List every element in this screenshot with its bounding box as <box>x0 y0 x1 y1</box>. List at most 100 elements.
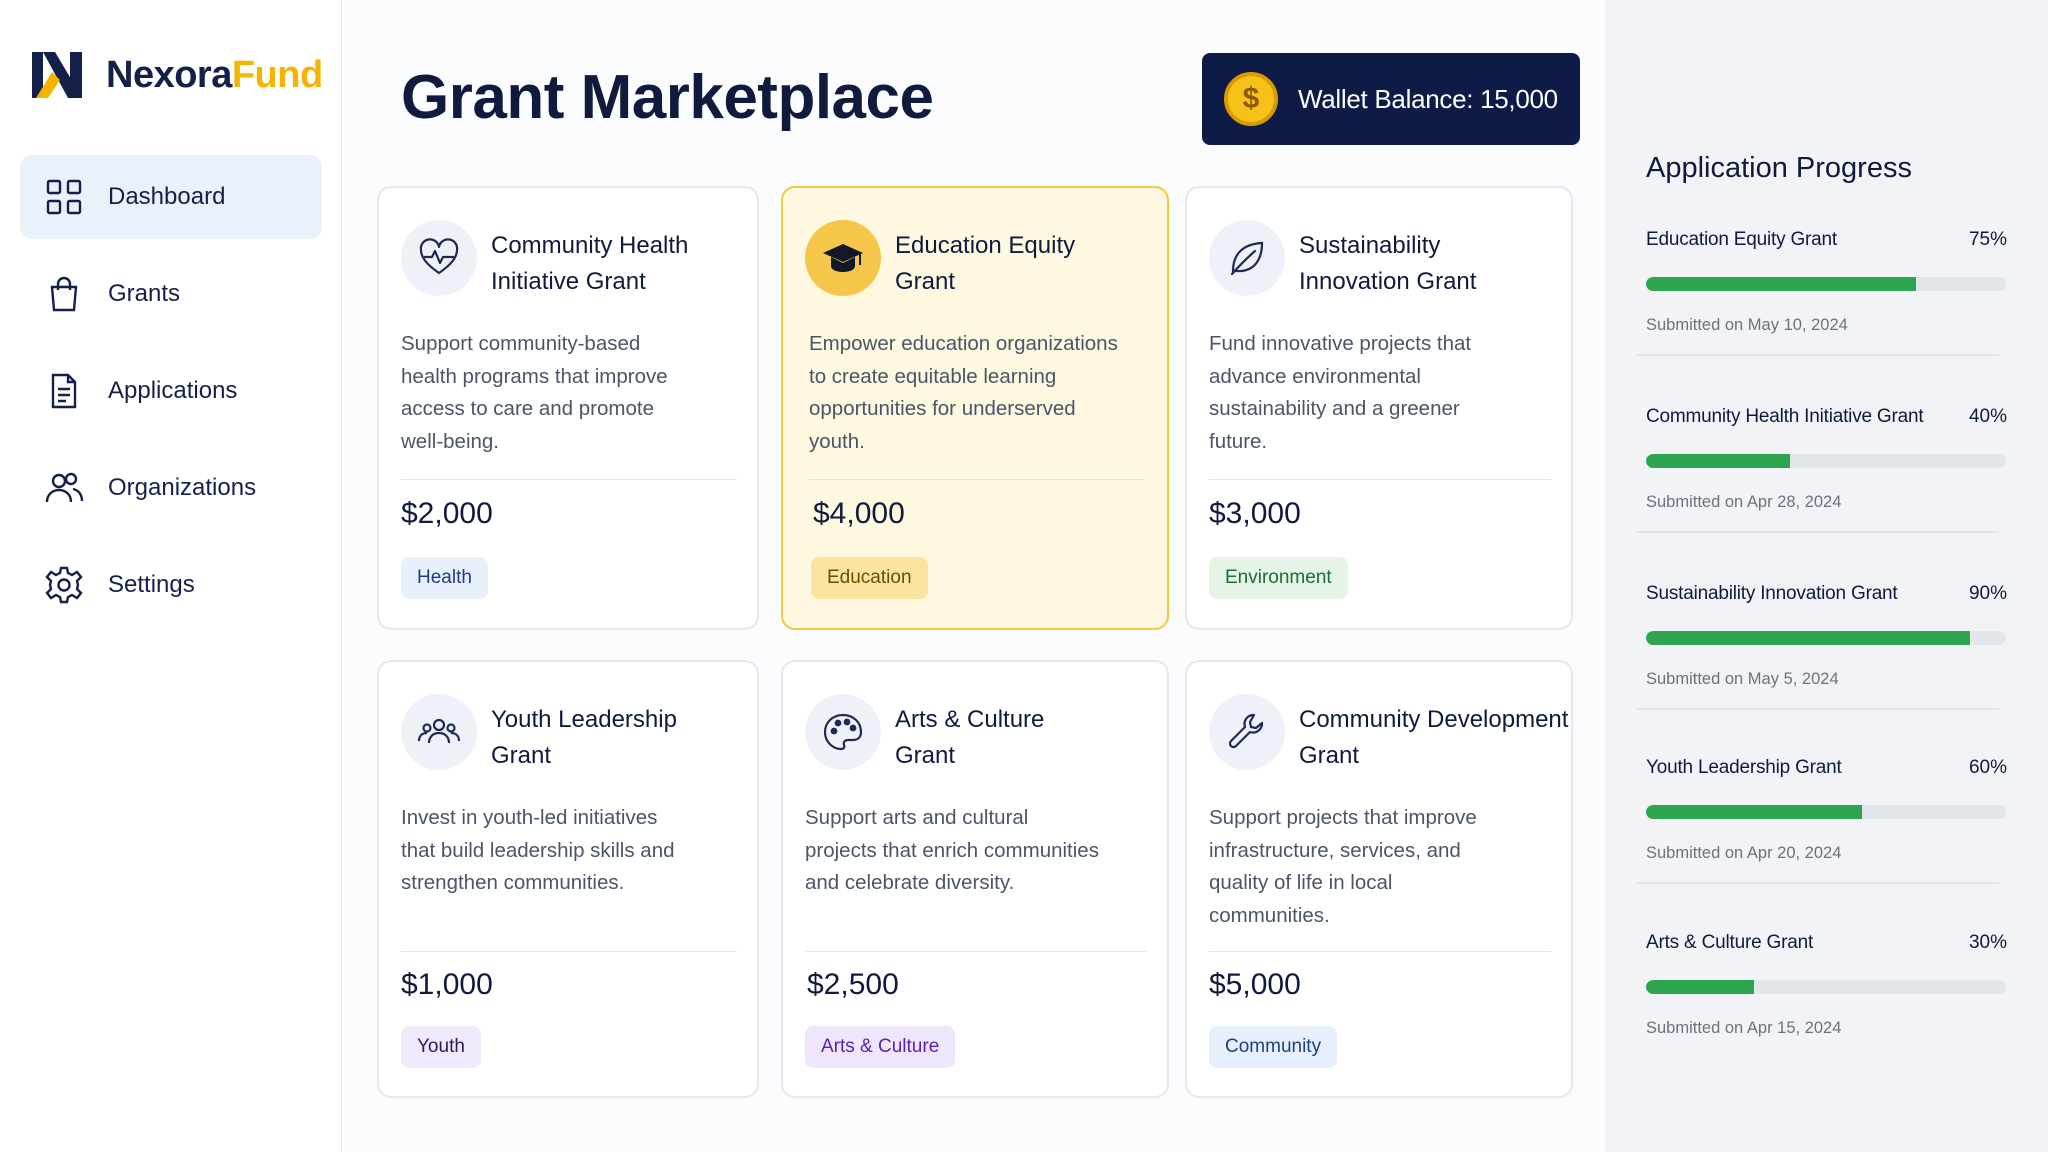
grant-amount: $1,000 <box>401 968 493 1001</box>
divider <box>1637 354 1999 356</box>
grant-description: Invest in youth-led initiatives that buil… <box>401 802 675 900</box>
grant-description-line: Support projects that improve <box>1209 806 1477 829</box>
grid-icon <box>46 179 82 215</box>
grant-title-line2: Grant <box>895 268 956 295</box>
sidebar: NexoraFund Dashboard Grants Applications <box>0 0 342 1152</box>
divider <box>1637 882 1999 884</box>
progress-item-date: Submitted on Apr 28, 2024 <box>1646 493 1842 511</box>
grant-title-line1: Education Equity <box>895 232 1076 259</box>
panel-title: Application Progress <box>1646 152 1912 184</box>
grant-description-line: and celebrate diversity. <box>805 871 1015 894</box>
grant-description: Support community-based health programs t… <box>401 328 668 458</box>
grant-title: Community Development Grant <box>1299 702 1568 774</box>
sidebar-item-label: Grants <box>108 280 181 307</box>
sidebar-nav: Dashboard Grants Applications Organizati… <box>20 155 322 640</box>
logo-mark-icon <box>32 52 82 98</box>
progress-item-name: Community Health Initiative Grant <box>1646 406 1924 427</box>
shopping-bag-icon <box>50 276 78 312</box>
progress-item-percent: 90% <box>1968 583 2007 604</box>
grant-description-line: sustainability and a greener <box>1209 397 1460 420</box>
graduation-cap-icon <box>805 220 881 296</box>
grant-description-line: Support community-based <box>401 332 641 355</box>
grant-card-education-equity[interactable]: Education Equity Grant Empower education … <box>781 186 1169 630</box>
card-divider <box>805 951 1147 952</box>
grant-description-line: advance environmental <box>1209 364 1421 388</box>
grant-amount: $2,500 <box>807 968 899 1001</box>
grant-amount: $5,000 <box>1209 968 1301 1001</box>
progress-bar <box>1646 980 2006 994</box>
grant-description-line: infrastructure, services, and <box>1209 838 1461 862</box>
wallet-balance-label: Wallet Balance: 15,000 <box>1298 83 1558 114</box>
sidebar-item-applications[interactable]: Applications <box>20 349 322 433</box>
progress-item-date: Submitted on Apr 15, 2024 <box>1646 1019 1842 1037</box>
grant-category-tag[interactable]: Environment <box>1209 557 1348 599</box>
grant-title-line2: Grant <box>895 742 956 769</box>
grant-category-tag[interactable]: Arts & Culture <box>805 1026 956 1068</box>
progress-item-percent: 60% <box>1968 757 2007 778</box>
progress-bar <box>1646 631 2006 645</box>
sidebar-item-label: Applications <box>108 377 238 404</box>
progress-item-name: Sustainability Innovation Grant <box>1646 583 1898 604</box>
grant-card-arts-culture[interactable]: Arts & Culture Grant Support arts and cul… <box>781 660 1169 1098</box>
grant-description-line: Fund innovative projects that <box>1209 332 1472 355</box>
grant-title-line2: Grant <box>491 742 552 769</box>
card-divider <box>1209 479 1551 480</box>
palette-icon <box>805 694 881 770</box>
application-progress-panel: Application Progress Education Equity Gr… <box>1605 0 2048 1152</box>
gear-icon <box>45 566 83 604</box>
sidebar-item-dashboard[interactable]: Dashboard <box>20 155 322 239</box>
grant-title-line2: Innovation Grant <box>1299 268 1477 295</box>
grant-title: Arts & Culture Grant <box>895 702 1044 774</box>
grant-title-line1: Community Development <box>1299 706 1569 733</box>
progress-item-date: Submitted on May 5, 2024 <box>1646 670 1839 688</box>
progress-item-percent: 75% <box>1968 229 2007 250</box>
grant-title-line2: Initiative Grant <box>491 268 646 295</box>
grant-card-sustainability[interactable]: Sustainability Innovation Grant Fund inno… <box>1185 186 1573 630</box>
grant-description-line: projects that enrich communities <box>805 838 1099 862</box>
heart-pulse-icon <box>401 220 477 296</box>
wrench-icon <box>1209 694 1285 770</box>
grant-card-community-development[interactable]: Community Development Grant Support proje… <box>1185 660 1573 1098</box>
grant-category-tag[interactable]: Education <box>811 557 928 599</box>
grant-description-line: Empower education organizations <box>809 332 1118 355</box>
grant-description-line: opportunities for underserved <box>809 397 1076 420</box>
grant-amount: $2,000 <box>401 497 493 530</box>
progress-bar-fill <box>1646 277 1916 291</box>
grant-title-line1: Sustainability <box>1299 232 1441 259</box>
grant-description: Empower education organizations to create… <box>809 328 1118 458</box>
document-icon <box>51 373 77 409</box>
grant-description-line: future. <box>1209 429 1268 453</box>
progress-item-name: Youth Leadership Grant <box>1646 757 1842 778</box>
page-title: Grant Marketplace <box>401 63 934 132</box>
grant-title-line1: Community Health <box>491 232 689 259</box>
grant-description-line: strengthen communities. <box>401 871 625 894</box>
progress-bar <box>1646 805 2006 819</box>
grant-category-tag[interactable]: Youth <box>401 1026 481 1068</box>
logo[interactable]: NexoraFund <box>30 50 323 100</box>
progress-bar <box>1646 454 2006 468</box>
grant-title-line1: Arts & Culture <box>895 706 1045 733</box>
progress-item-percent: 40% <box>1968 406 2007 427</box>
sidebar-item-settings[interactable]: Settings <box>20 543 322 627</box>
grant-title: Youth Leadership Grant <box>491 702 677 774</box>
sidebar-item-label: Dashboard <box>108 183 226 210</box>
grant-title-line2: Grant <box>1299 742 1360 769</box>
progress-item-date: Submitted on Apr 20, 2024 <box>1646 844 1842 862</box>
progress-bar-fill <box>1646 980 1754 994</box>
sidebar-item-grants[interactable]: Grants <box>20 252 322 336</box>
sidebar-item-label: Settings <box>108 571 195 598</box>
brand-name: NexoraFund <box>106 54 323 97</box>
leaf-icon <box>1209 220 1285 296</box>
wallet-balance[interactable]: $ Wallet Balance: 15,000 <box>1202 53 1580 145</box>
sidebar-item-organizations[interactable]: Organizations <box>20 446 322 530</box>
progress-item-name: Education Equity Grant <box>1646 229 1837 250</box>
grant-description-line: quality of life in local <box>1209 871 1393 894</box>
grant-category-tag[interactable]: Health <box>401 557 488 599</box>
grant-category-tag[interactable]: Community <box>1209 1026 1338 1068</box>
grant-card-youth-leadership[interactable]: Youth Leadership Grant Invest in youth-le… <box>377 660 759 1098</box>
group-icon <box>401 694 477 770</box>
grant-card-community-health[interactable]: Community Health Initiative Grant Support… <box>377 186 759 630</box>
progress-bar <box>1646 277 2006 291</box>
brand-name-part1: Nexora <box>106 53 232 96</box>
grant-title-line1: Youth Leadership <box>491 706 677 733</box>
